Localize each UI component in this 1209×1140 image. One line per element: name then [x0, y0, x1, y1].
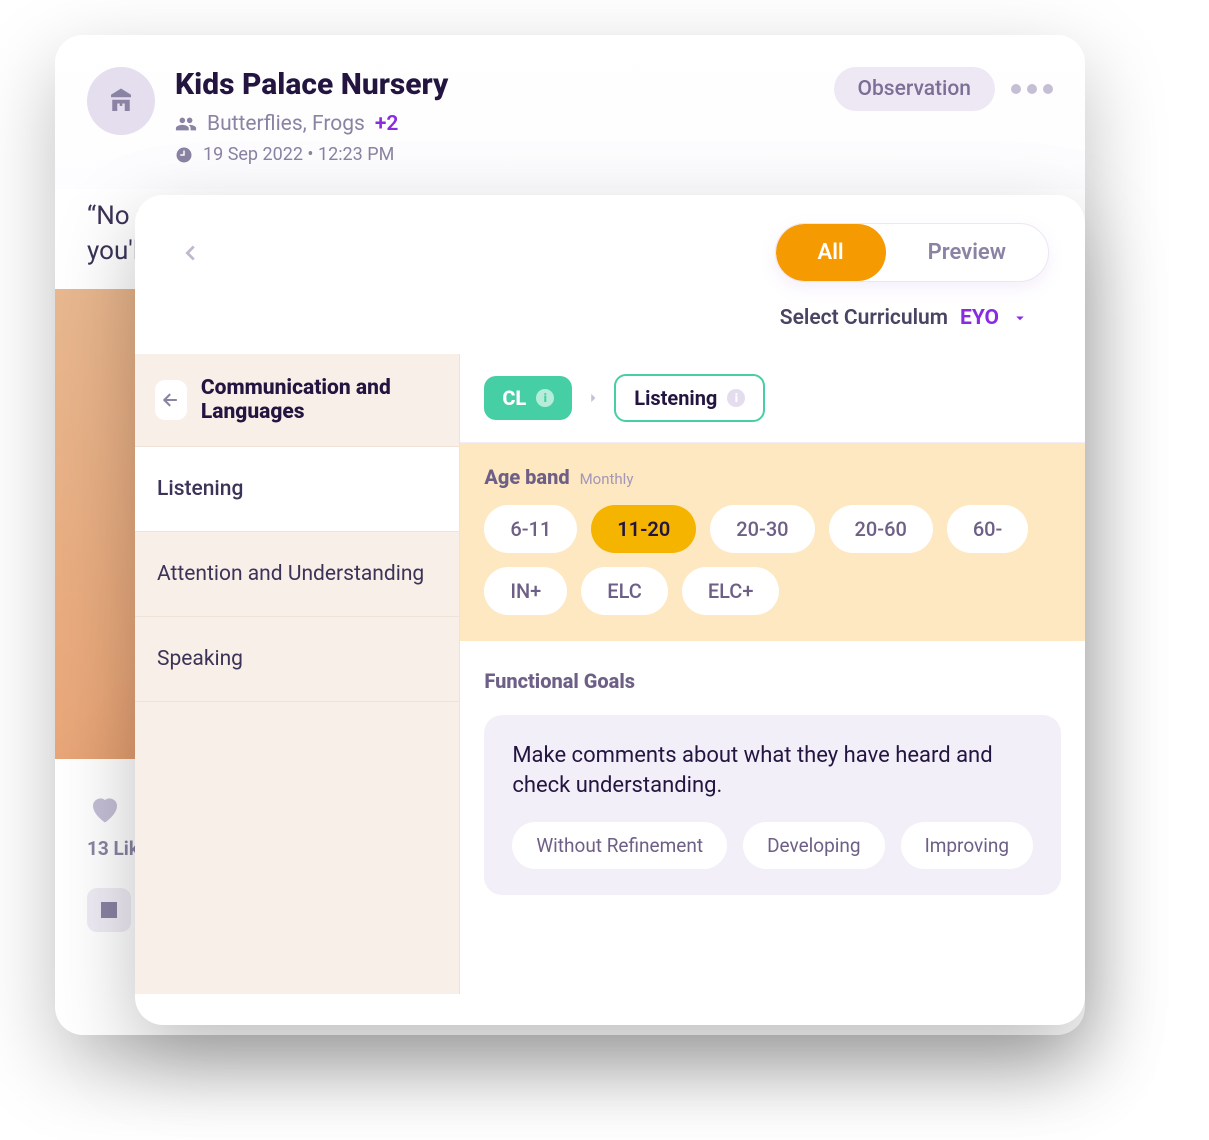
groups-text: Butterflies, Frogs	[207, 112, 365, 136]
age-band-section: Age band Monthly 6-11 11-20 20-30 20-60 …	[460, 443, 1085, 641]
panel-back-button[interactable]	[171, 233, 211, 273]
level-improving[interactable]: Improving	[901, 822, 1033, 869]
curriculum-label: Select Curriculum	[780, 306, 948, 330]
breadcrumb-badge[interactable]: CL i	[484, 376, 572, 420]
age-pill-60[interactable]: 60-	[947, 505, 1029, 553]
goal-text: Make comments about what they have heard…	[512, 741, 1033, 800]
gallery-button[interactable]	[87, 888, 131, 932]
chevron-down-icon	[1011, 309, 1029, 327]
image-icon	[97, 898, 121, 922]
datetime-text: 19 Sep 2022 • 12:23 PM	[203, 144, 394, 165]
header-right: Observation	[834, 67, 1053, 111]
goal-level-pills: Without Refinement Developing Improving	[512, 822, 1033, 869]
info-icon: i	[727, 389, 745, 407]
category-column: Communication and Languages Listening At…	[135, 354, 460, 994]
detail-column: CL i Listening i Age band Monthly 6-11 1…	[460, 354, 1085, 994]
breadcrumb-current-text: Listening	[634, 386, 717, 410]
header-main: Kids Palace Nursery Butterflies, Frogs +…	[175, 67, 814, 165]
category-title: Communication and Languages	[201, 376, 439, 424]
breadcrumb-badge-text: CL	[502, 386, 526, 410]
age-pill-elc[interactable]: ELC	[581, 567, 668, 615]
groups-extra[interactable]: +2	[375, 112, 399, 136]
people-icon	[175, 113, 197, 135]
age-pill-elc-plus[interactable]: ELC+	[682, 567, 780, 615]
arrow-left-icon	[161, 390, 181, 410]
category-header: Communication and Languages	[135, 354, 459, 447]
subcategory-listening[interactable]: Listening	[135, 447, 459, 532]
heart-icon[interactable]	[87, 791, 123, 827]
dot-icon	[1011, 84, 1021, 94]
dot-icon	[1027, 84, 1037, 94]
info-icon: i	[536, 389, 554, 407]
goals-section: Functional Goals Make comments about wha…	[460, 641, 1085, 919]
curriculum-value: EYO	[960, 306, 999, 330]
category-back-button[interactable]	[155, 380, 187, 420]
chevron-left-icon	[180, 242, 202, 264]
breadcrumb: CL i Listening i	[460, 354, 1085, 443]
goal-card: Make comments about what they have heard…	[484, 715, 1061, 895]
breadcrumb-current[interactable]: Listening i	[614, 374, 765, 422]
time-row: 19 Sep 2022 • 12:23 PM	[175, 144, 814, 165]
dot-icon	[1043, 84, 1053, 94]
school-icon	[106, 86, 136, 116]
tab-preview[interactable]: Preview	[886, 224, 1048, 281]
clock-icon	[175, 146, 193, 164]
age-band-subtitle: Monthly	[580, 470, 634, 488]
more-menu-button[interactable]	[1011, 84, 1053, 94]
view-toggle: All Preview	[775, 223, 1049, 282]
age-band-title: Age band	[484, 465, 569, 489]
subcategory-speaking[interactable]: Speaking	[135, 617, 459, 702]
tab-all[interactable]: All	[776, 224, 886, 281]
age-pill-6-11[interactable]: 6-11	[484, 505, 577, 553]
observation-badge: Observation	[834, 67, 995, 111]
groups-row: Butterflies, Frogs +2	[175, 112, 814, 136]
level-developing[interactable]: Developing	[743, 822, 885, 869]
level-without-refinement[interactable]: Without Refinement	[512, 822, 727, 869]
nursery-avatar	[87, 67, 155, 135]
age-band-pills: 6-11 11-20 20-30 20-60 60- IN+ ELC ELC+	[484, 505, 1061, 615]
panel-columns: Communication and Languages Listening At…	[135, 354, 1085, 994]
panel-top: All Preview Select Curriculum EYO	[135, 195, 1085, 354]
curriculum-selector[interactable]: Select Curriculum EYO	[171, 306, 1049, 330]
nursery-name: Kids Palace Nursery	[175, 67, 814, 102]
card-header: Kids Palace Nursery Butterflies, Frogs +…	[55, 35, 1085, 189]
subcategory-attention[interactable]: Attention and Understanding	[135, 532, 459, 617]
curriculum-panel: All Preview Select Curriculum EYO Commun…	[135, 195, 1085, 1025]
age-pill-20-60[interactable]: 20-60	[829, 505, 933, 553]
goals-title: Functional Goals	[484, 669, 1061, 693]
age-pill-in-plus[interactable]: IN+	[484, 567, 567, 615]
chevron-right-icon	[586, 391, 600, 405]
age-pill-20-30[interactable]: 20-30	[710, 505, 814, 553]
age-pill-11-20[interactable]: 11-20	[591, 505, 696, 553]
